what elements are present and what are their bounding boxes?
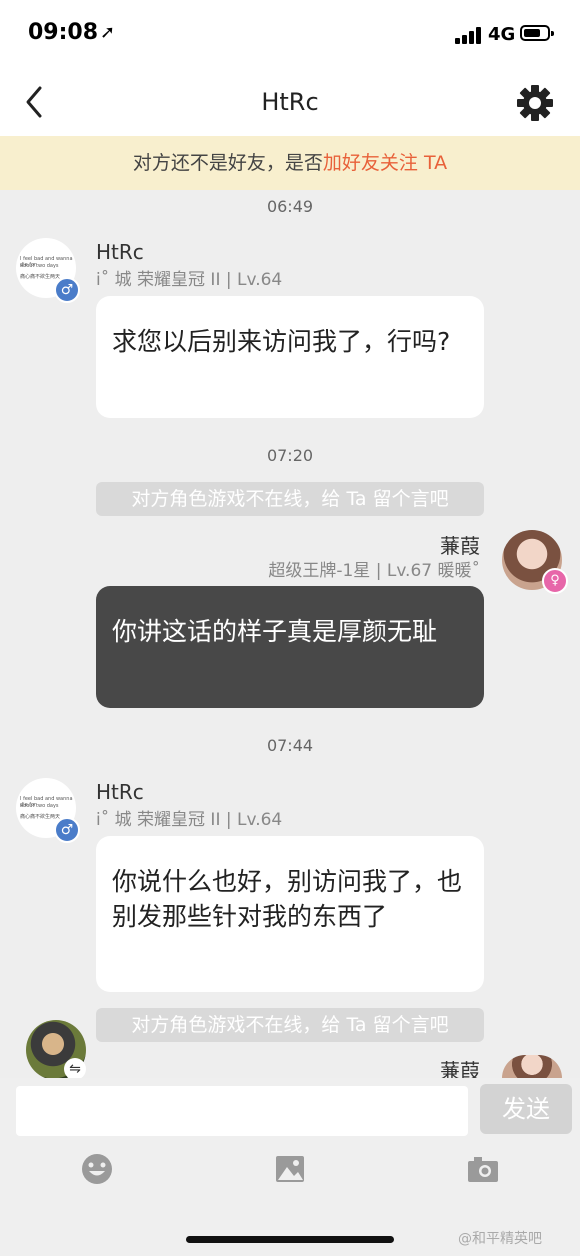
message-bubble: 你说什么也好，别访问我了，也别发那些针对我的东西了 xyxy=(96,836,484,992)
chat-title: HtRc xyxy=(261,88,319,116)
sender-rank: i˚ 城 荣耀皇冠 II | Lv.64 xyxy=(96,270,283,290)
input-bar: 发送 @和平精英吧 xyxy=(0,1078,580,1256)
banner-text: 对方还不是好友，是否 xyxy=(132,152,323,174)
clock: 09:08 xyxy=(28,20,99,45)
add-friend-banner: 对方还不是好友，是否加好友关注 TA xyxy=(0,136,580,190)
send-button[interactable]: 发送 xyxy=(480,1084,572,1134)
battery-icon xyxy=(520,25,554,41)
network-label: 4G xyxy=(488,24,516,45)
sender-rank: i˚ 城 荣耀皇冠 II | Lv.64 xyxy=(96,810,283,830)
avatar-self[interactable] xyxy=(502,1055,562,1078)
chat-header: HtRc xyxy=(0,70,580,136)
switch-icon[interactable]: ⇋ xyxy=(64,1058,86,1080)
sender-name: HtRc xyxy=(96,780,144,804)
status-bar: 09:08 ➚ 4G xyxy=(0,0,580,70)
timestamp: 06:49 xyxy=(266,197,314,216)
camera-icon[interactable] xyxy=(466,1152,500,1186)
offline-notice: 对方角色游戏不在线，给 Ta 留个言吧 xyxy=(96,482,484,516)
timestamp: 07:44 xyxy=(266,736,314,755)
add-friend-link[interactable]: 加好友关注 TA xyxy=(323,152,447,174)
message-bubble: 你讲这话的样子真是厚颜无耻 xyxy=(96,586,484,708)
male-icon: ♂ xyxy=(54,817,80,843)
watermark: @和平精英吧 xyxy=(458,1231,542,1247)
timestamp: 07:20 xyxy=(266,446,314,465)
signal-icon xyxy=(455,26,483,44)
sender-name: HtRc xyxy=(96,240,144,264)
offline-notice: 对方角色游戏不在线，给 Ta 留个言吧 xyxy=(96,1008,484,1042)
female-icon: ♀ xyxy=(542,568,568,594)
message-input[interactable] xyxy=(16,1086,468,1136)
location-arrow-icon: ➚ xyxy=(100,22,116,43)
message-bubble: 求您以后别来访问我了，行吗? xyxy=(96,296,484,418)
sender-rank: 超级王牌-1星 | Lv.67 暖暖˚ xyxy=(268,561,480,581)
image-icon[interactable] xyxy=(273,1152,307,1186)
home-indicator[interactable] xyxy=(186,1236,394,1243)
male-icon: ♂ xyxy=(54,277,80,303)
sender-name: 蒹葭 xyxy=(440,534,480,558)
settings-gear-icon[interactable] xyxy=(516,84,554,122)
emoji-icon[interactable] xyxy=(80,1152,114,1186)
